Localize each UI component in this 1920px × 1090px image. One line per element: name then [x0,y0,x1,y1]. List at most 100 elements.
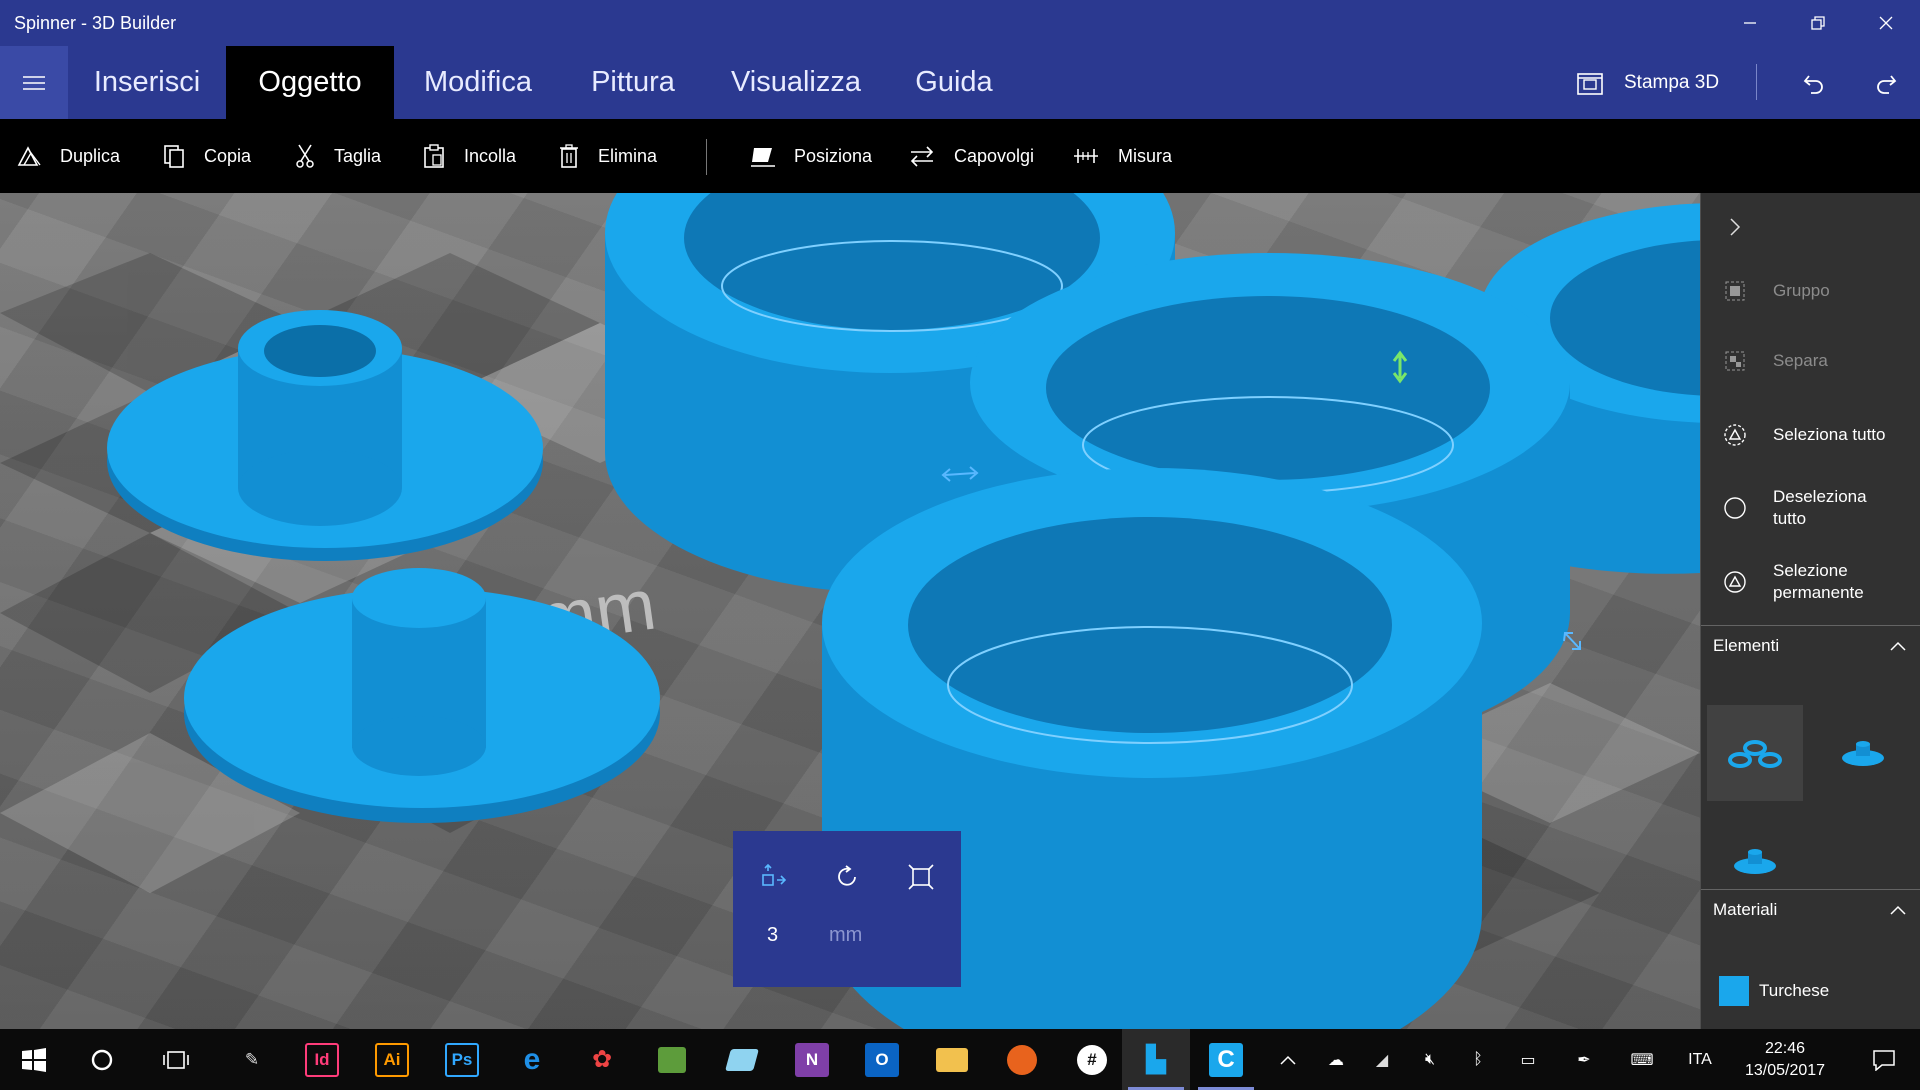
tab-inserisci[interactable]: Inserisci [68,46,226,119]
tab-oggetto[interactable]: Oggetto [226,46,394,119]
indesign-icon: Id [305,1042,339,1077]
clock-time: 22:46 [1764,1039,1806,1057]
ungroup-button[interactable]: Separa [1701,331,1920,391]
persistent-selection-button[interactable]: Selezione permanente [1701,547,1920,617]
place-button[interactable]: Posiziona [750,119,872,193]
scale-handle-depth[interactable] [1563,632,1581,650]
photos-icon [658,1046,686,1073]
ungroup-icon [1723,349,1747,373]
duplicate-button[interactable]: Duplica [16,119,120,193]
rotate-icon [838,865,856,886]
start-button[interactable] [0,1029,68,1090]
cut-button[interactable]: Taglia [294,119,381,193]
tab-visualizza[interactable]: Visualizza [704,46,888,119]
taskbar-app-indesign[interactable]: Id [288,1029,356,1090]
task-view-button[interactable] [142,1029,210,1090]
language-indicator[interactable]: ITA [1680,1029,1720,1090]
tab-pittura[interactable]: Pittura [562,46,704,119]
collapse-panel-button[interactable] [1701,207,1920,247]
windows-icon [22,1047,46,1072]
deselect-all-icon [1723,496,1747,520]
scissors-icon [296,144,314,168]
chevron-right-icon [1730,218,1741,236]
duplicate-label: Duplica [60,145,121,166]
materials-section-header[interactable]: Materiali [1701,889,1920,929]
bluetooth-icon: ᛒ [1473,1050,1483,1068]
scale-icon [908,864,934,890]
volume-tray[interactable]: 🔇︎ [1410,1029,1450,1090]
folder-icon [936,1047,968,1072]
clock[interactable]: 22:46 13/05/2017 [1730,1029,1840,1090]
chevron-up-icon [1280,1055,1296,1065]
element-thumbnail-spinner[interactable] [1707,705,1803,801]
ruler-icon [1074,149,1098,163]
minimize-button[interactable] [1716,0,1784,46]
group-icon [1723,279,1747,303]
taskbar-app-cura[interactable]: C [1192,1029,1260,1090]
taskbar-app-explorer[interactable] [918,1029,986,1090]
measure-button[interactable]: Misura [1072,119,1172,193]
flip-label: Capovolgi [954,145,1035,166]
move-mode-button[interactable] [753,857,793,897]
element-thumbnail-cap-a[interactable] [1815,705,1911,801]
paste-button[interactable]: Incolla [422,119,516,193]
select-all-icon [1723,423,1747,447]
firefox-icon [1007,1044,1037,1075]
network-tray[interactable]: ◢ [1362,1029,1402,1090]
taskbar-app-onenote[interactable]: N [778,1029,846,1090]
taskbar-app-slack[interactable]: # [1058,1029,1126,1090]
show-hidden-icons-button[interactable] [1268,1029,1308,1090]
rotate-mode-button[interactable] [827,857,867,897]
redo-icon [1877,74,1897,94]
touch-keyboard-tray[interactable]: ⌨ [1620,1029,1664,1090]
onedrive-tray[interactable]: ☁ [1316,1029,1356,1090]
taskbar-app-paint3d[interactable]: ✿ [568,1029,636,1090]
taskbar-app-outlook[interactable]: O [848,1029,916,1090]
taskbar-app-3dbuilder[interactable]: ▙ [1122,1029,1190,1090]
print-3d-label: Stampa 3D [1624,71,1720,93]
object-toolbar: Duplica Copia Taglia Incolla Elimina Pos… [0,119,1920,193]
move-value[interactable]: 3 [767,924,778,947]
tab-modifica[interactable]: Modifica [394,46,562,119]
delete-button[interactable]: Elimina [558,119,657,193]
select-all-label: Seleziona tutto [1773,425,1886,444]
hamburger-button[interactable] [0,46,68,119]
spinner-thumbnail-icon [1728,740,1782,768]
cortana-button[interactable] [68,1029,136,1090]
taskbar-app-inkscape[interactable]: ✎ [218,1029,286,1090]
select-all-button[interactable]: Seleziona tutto [1701,405,1920,465]
elements-section-header[interactable]: Elementi [1701,625,1920,665]
taskbar-app-edge[interactable]: e [498,1029,566,1090]
flip-button[interactable]: Capovolgi [908,119,1034,193]
undo-button[interactable] [1780,46,1848,119]
pen-tray[interactable]: ✒ [1564,1029,1604,1090]
paste-label: Incolla [464,145,517,166]
copy-label: Copia [204,145,252,166]
material-label: Turchese [1759,981,1830,1000]
action-center-button[interactable] [1856,1029,1912,1090]
taskbar-app-illustrator[interactable]: Ai [358,1029,426,1090]
taskbar-app-photos[interactable] [638,1029,706,1090]
keyboard-icon: ⌨ [1630,1051,1654,1069]
printer-3d-icon [1577,72,1603,95]
redo-button[interactable] [1852,46,1920,119]
slack-icon: # [1077,1044,1107,1075]
material-swatch [1719,976,1749,1006]
taskbar-app-notes[interactable] [708,1029,776,1090]
battery-tray[interactable]: ▭ [1508,1029,1548,1090]
tab-guida[interactable]: Guida [888,46,1020,119]
group-button[interactable]: Gruppo [1701,261,1920,321]
bluetooth-tray[interactable]: ᛒ [1460,1029,1496,1090]
deselect-all-button[interactable]: Deseleziona tutto [1701,473,1920,543]
close-button[interactable] [1852,0,1920,46]
flip-icon [910,146,934,167]
cloud-icon: ☁ [1328,1051,1344,1069]
taskbar-app-firefox[interactable] [988,1029,1056,1090]
material-turchese[interactable]: Turchese [1701,973,1920,1009]
persistent-selection-icon [1723,570,1747,594]
taskbar-app-photoshop[interactable]: Ps [428,1029,496,1090]
print-3d-button[interactable]: Stampa 3D [1576,46,1719,119]
restore-button[interactable] [1784,0,1852,46]
scale-mode-button[interactable] [901,857,941,897]
copy-button[interactable]: Copia [162,119,251,193]
